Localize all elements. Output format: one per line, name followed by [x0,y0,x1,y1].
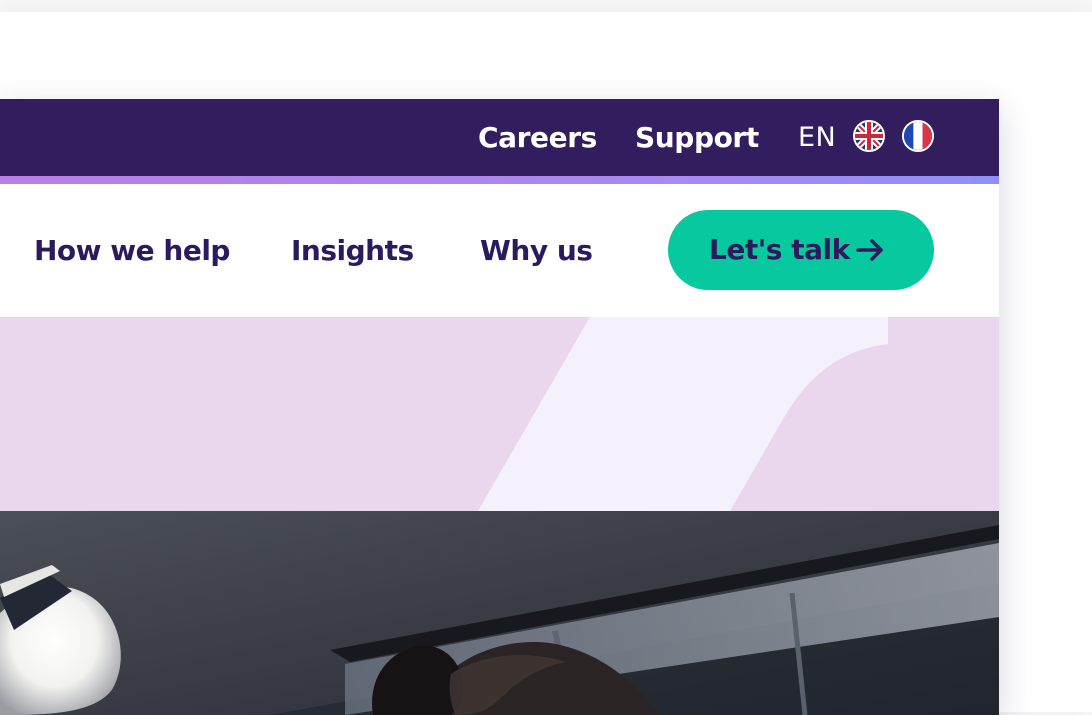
main-navigation: How we help Insights Why us Let's talk [0,184,999,317]
hero-decorative-band [0,317,999,511]
united-kingdom-flag-icon[interactable] [853,120,885,152]
page: Careers Support EN How we help Insights … [0,0,1092,715]
website-preview: Careers Support EN How we help Insights … [0,99,999,715]
arrow-right-icon [854,234,888,266]
nav-insights[interactable]: Insights [291,234,414,268]
lets-talk-button[interactable]: Let's talk [668,210,934,290]
hero-office-photo [0,511,999,715]
lets-talk-label: Let's talk [709,233,850,266]
careers-link[interactable]: Careers [478,120,597,156]
accent-strip [0,176,999,184]
support-link[interactable]: Support [635,120,759,156]
france-flag-icon[interactable] [902,120,934,152]
language-code[interactable]: EN [798,120,836,156]
utility-navigation: Careers Support EN [0,99,999,176]
nav-how-we-help[interactable]: How we help [34,234,230,268]
nav-why-us[interactable]: Why us [480,234,593,268]
